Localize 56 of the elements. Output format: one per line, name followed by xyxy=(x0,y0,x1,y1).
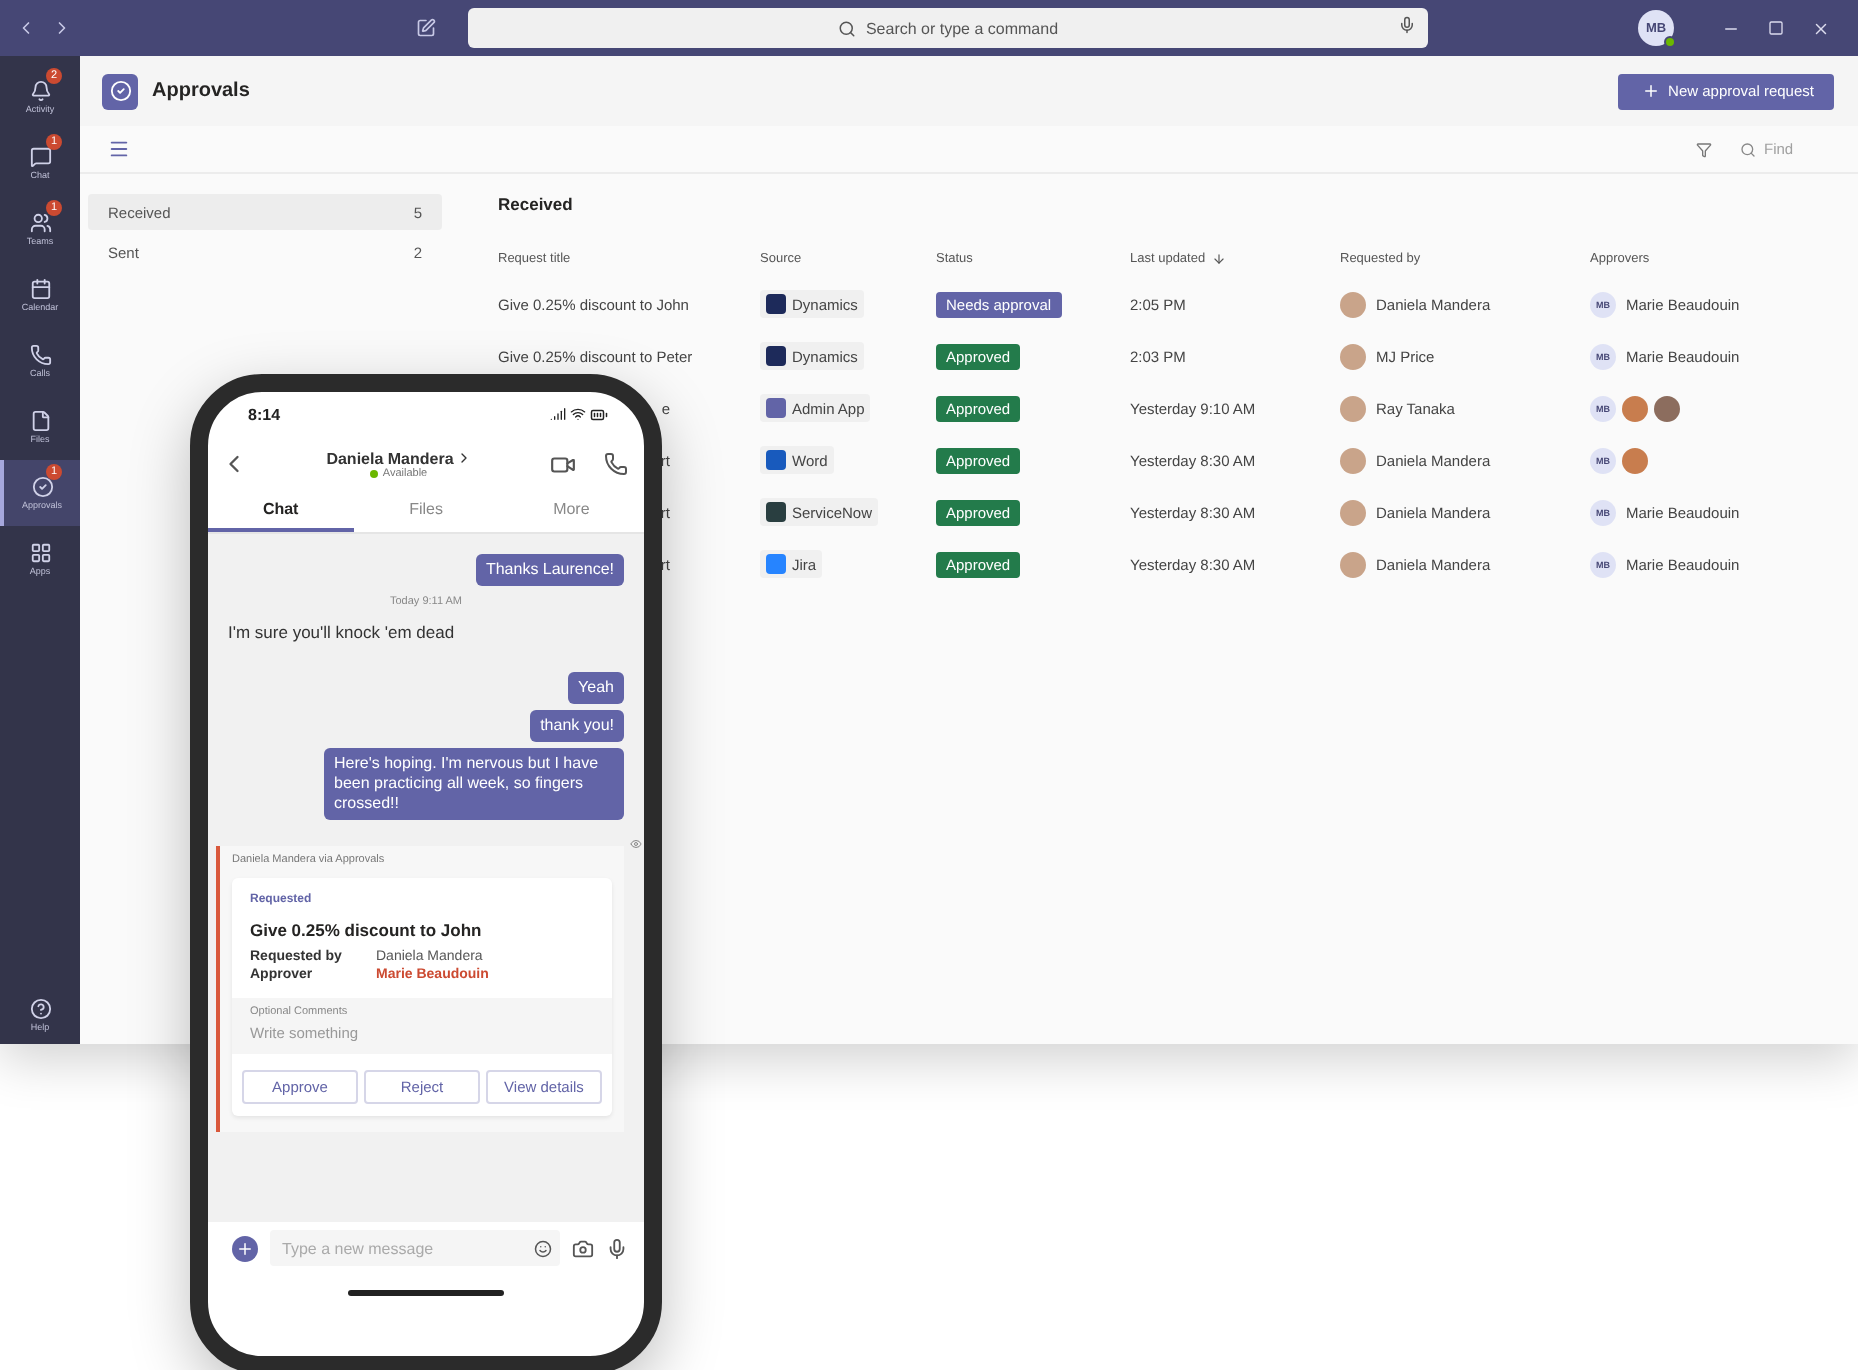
search-icon xyxy=(1740,141,1756,157)
search-field[interactable]: Search or type a command xyxy=(468,8,1428,48)
chat-tab[interactable]: Files xyxy=(353,492,499,532)
emoji-icon[interactable] xyxy=(534,1239,552,1257)
person-avatar xyxy=(1340,499,1366,525)
add-button[interactable] xyxy=(232,1235,258,1261)
approvals-logo xyxy=(102,73,138,109)
person-avatar xyxy=(1622,447,1648,473)
search-placeholder: Search or type a command xyxy=(865,19,1059,37)
person-avatar xyxy=(1340,291,1366,317)
page-title: Approvals xyxy=(152,80,250,102)
sent-message: Yeah xyxy=(568,672,624,704)
clock-text: 8:14 xyxy=(248,405,281,423)
person-avatar xyxy=(1622,395,1648,421)
person-avatar xyxy=(1654,395,1680,421)
sort-arrow-icon[interactable] xyxy=(1211,251,1226,265)
phone-call-icon[interactable] xyxy=(604,452,628,476)
card-title: Give 0.25% discount to John xyxy=(248,920,484,940)
signal-icon xyxy=(550,405,566,421)
rail-icon xyxy=(29,146,51,168)
microphone-icon[interactable] xyxy=(606,1237,628,1259)
person-avatar xyxy=(1340,551,1366,577)
rail-icon xyxy=(29,344,51,366)
wifi-icon xyxy=(570,405,586,421)
microphone-icon[interactable] xyxy=(1398,16,1416,34)
chat-tab[interactable]: More xyxy=(498,492,644,532)
compose-icon[interactable] xyxy=(416,18,436,38)
person-avatar xyxy=(1340,343,1366,369)
camera-icon[interactable] xyxy=(572,1237,594,1259)
filter-icon[interactable] xyxy=(1696,141,1712,157)
search-icon xyxy=(837,19,856,37)
received-message: I'm sure you'll knock 'em dead xyxy=(228,622,457,642)
battery-icon xyxy=(590,405,608,423)
help-icon xyxy=(29,998,51,1020)
rail-icon xyxy=(29,542,51,564)
close-icon[interactable] xyxy=(1812,19,1830,37)
plus-icon xyxy=(236,1239,254,1257)
plus-icon xyxy=(1642,82,1661,100)
contact-name[interactable]: Daniela Mandera xyxy=(326,449,454,467)
person-avatar xyxy=(1340,395,1366,421)
rail-icon xyxy=(29,212,51,234)
rail-icon xyxy=(31,476,53,498)
sent-message: Here's hoping. I'm nervous but I have been practicing all week, so fingers crossed!! xyxy=(324,748,624,820)
rail-icon xyxy=(29,80,51,102)
rail-icon xyxy=(29,410,51,432)
message-field[interactable]: Type a new message xyxy=(270,1230,560,1266)
presence-dot xyxy=(370,469,379,477)
sent-message: Thanks Laurence! xyxy=(475,554,624,586)
rail-icon xyxy=(29,278,51,300)
video-call-icon[interactable] xyxy=(550,451,576,477)
person-avatar xyxy=(1340,447,1366,473)
menu-icon[interactable] xyxy=(108,138,130,160)
sent-message: thank you! xyxy=(530,710,624,742)
section-title: Received xyxy=(498,194,575,214)
maximize-icon[interactable] xyxy=(1768,19,1784,35)
seen-icon xyxy=(630,838,642,850)
